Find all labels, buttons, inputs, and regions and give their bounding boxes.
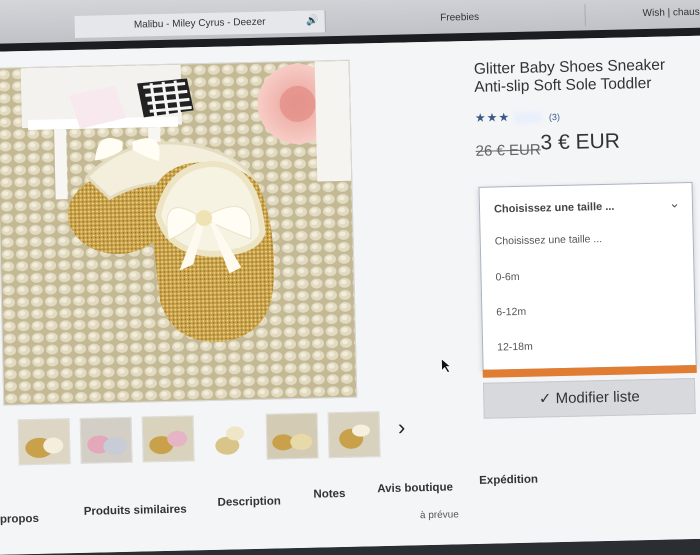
browser-tab-deezer[interactable]: Malibu - Miley Cyrus - Deezer 🔊 — [75, 10, 326, 38]
speaker-icon: 🔊 — [306, 10, 319, 32]
size-select-dropdown[interactable]: Choisissez une taille ... ⌄ Choisissez u… — [479, 182, 697, 371]
size-option[interactable]: 6-12m — [496, 306, 526, 319]
rating-count: (3) — [549, 112, 560, 122]
thumbnail-3[interactable] — [142, 415, 195, 462]
product-title: Glitter Baby Shoes Sneaker Anti-slip Sof… — [474, 56, 700, 97]
size-select-value[interactable]: Choisissez une taille ... — [494, 201, 615, 216]
blurred-stars — [513, 111, 541, 124]
browser-tab-freebies[interactable]: Freebies — [334, 4, 585, 32]
thumbnail-6[interactable] — [328, 411, 381, 458]
tab-about[interactable]: propos — [0, 513, 39, 526]
chevron-down-icon[interactable]: ⌄ — [669, 195, 680, 211]
browser-tab-wish[interactable]: Wish | chaus — [594, 1, 700, 26]
browser-screen: Malibu - Miley Cyrus - Deezer 🔊 Freebies… — [0, 0, 700, 555]
buy-button-edge[interactable] — [483, 365, 697, 378]
product-page: › Glitter Baby Shoes Sneaker Anti-slip S… — [0, 35, 700, 554]
modify-wishlist-button[interactable]: ✓ Modifier liste — [483, 378, 696, 419]
tab-label: Malibu - Miley Cyrus - Deezer — [134, 17, 266, 31]
thumbnail-1[interactable] — [18, 418, 71, 465]
tab-shipping[interactable]: Expédition — [479, 474, 538, 487]
partial-text: à prévue — [420, 509, 459, 521]
chevron-right-icon[interactable]: › — [398, 415, 406, 441]
original-price: 26 € EUR — [476, 141, 541, 159]
tab-reviews[interactable]: Notes — [313, 488, 345, 501]
rating-stars: ★★★ — [475, 110, 511, 125]
tab-similar-products[interactable]: Produits similaires — [84, 504, 187, 518]
tab-description[interactable]: Description — [217, 495, 281, 508]
tab-store-reviews[interactable]: Avis boutique — [377, 481, 453, 495]
product-main-image[interactable] — [0, 60, 357, 406]
thumbnail-4[interactable] — [204, 414, 257, 461]
size-option[interactable]: 12-18m — [497, 341, 533, 354]
product-tabs: propos Produits similaires Description N… — [0, 461, 700, 518]
thumbnail-2[interactable] — [80, 417, 133, 464]
thumbnail-5[interactable] — [266, 413, 319, 460]
sale-price: 3 € EUR — [540, 130, 620, 156]
product-rating[interactable]: ★★★ (3) — [475, 109, 560, 125]
tab-label: Freebies — [440, 12, 479, 24]
tab-label: Wish | chaus — [642, 7, 699, 19]
size-option[interactable]: Choisissez une taille ... — [495, 233, 603, 247]
size-option[interactable]: 0-6m — [495, 271, 519, 284]
